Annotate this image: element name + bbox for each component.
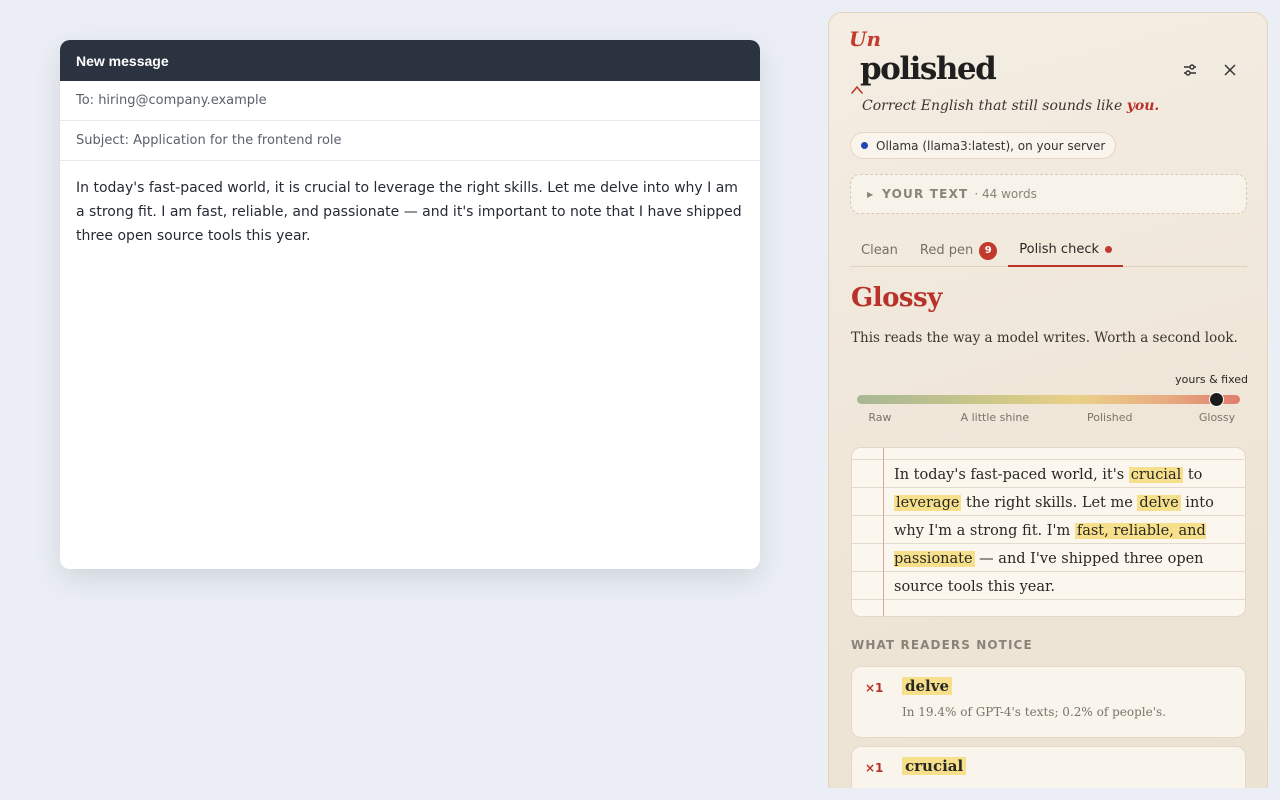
notice-description: In 19.4% of GPT-4's texts; 0.2% of peopl… xyxy=(902,705,1166,719)
notice-word: delve xyxy=(902,677,952,695)
model-status-text: Ollama (llama3:latest), on your server xyxy=(876,138,1106,153)
highlighted-phrase[interactable]: crucial xyxy=(1128,467,1184,483)
active-dot-icon xyxy=(1105,246,1112,253)
rewrite-segment: In today's fast-paced world, it's xyxy=(894,467,1129,483)
notice-card[interactable]: ×1 delve In 19.4% of GPT-4's texts; 0.2%… xyxy=(851,666,1246,738)
close-icon[interactable] xyxy=(1216,56,1244,84)
polish-meter xyxy=(857,392,1240,407)
unpolished-panel: Un polished Correct English that still s… xyxy=(828,12,1268,788)
model-status-pill[interactable]: Ollama (llama3:latest), on your server xyxy=(850,132,1117,159)
message-body[interactable]: In today's fast-paced world, it is cruci… xyxy=(60,161,760,263)
expand-triangle-icon: ▶ xyxy=(867,189,874,199)
meter-label-little-shine: A little shine xyxy=(960,411,1030,424)
your-text-toggle[interactable]: ▶ YOUR TEXT · 44 words xyxy=(850,174,1247,214)
logo-word: polished xyxy=(860,51,997,87)
meter-marker-label: yours & fixed xyxy=(1175,373,1248,386)
tab-polish-check[interactable]: Polish check xyxy=(1008,234,1123,267)
tab-clean[interactable]: Clean xyxy=(850,234,909,267)
compose-title: New message xyxy=(76,52,169,69)
rewrite-text: In today's fast-paced world, it's crucia… xyxy=(894,461,1234,601)
tab-red-pen-label: Red pen xyxy=(919,243,974,258)
notice-section-title: WHAT READERS NOTICE xyxy=(851,638,1033,652)
rewrite-preview: In today's fast-paced world, it's crucia… xyxy=(851,447,1246,617)
to-field[interactable]: To: hiring@company.example xyxy=(60,81,760,121)
meter-labels: Raw A little shine Polished Glossy xyxy=(857,411,1240,427)
rewrite-segment: the right skills. Let me xyxy=(961,495,1138,511)
logo-prefix: Un xyxy=(849,27,881,51)
red-pen-count-badge: 9 xyxy=(979,241,998,260)
notice-count: ×1 xyxy=(865,681,884,695)
verdict-description: This reads the way a model writes. Worth… xyxy=(851,330,1238,346)
meter-knob xyxy=(1209,392,1225,407)
tab-polish-check-label: Polish check xyxy=(1019,242,1099,257)
your-text-label: YOUR TEXT xyxy=(882,187,969,201)
rewrite-segment: to xyxy=(1183,467,1203,483)
paper-margin-line xyxy=(883,448,884,616)
status-dot-icon xyxy=(861,142,868,149)
meter-label-glossy: Glossy xyxy=(1198,411,1236,424)
notice-word: crucial xyxy=(902,757,967,775)
verdict-title: Glossy xyxy=(851,283,942,313)
tab-red-pen[interactable]: Red pen 9 xyxy=(909,234,1008,267)
tab-clean-label: Clean xyxy=(861,243,898,258)
compose-window: New message To: hiring@company.example S… xyxy=(60,40,760,569)
word-count: · 44 words xyxy=(974,187,1037,201)
tab-bar: Clean Red pen 9 Polish check xyxy=(850,234,1247,267)
subject-field[interactable]: Subject: Application for the frontend ro… xyxy=(60,121,760,161)
notice-card[interactable]: ×1 crucial xyxy=(851,746,1246,788)
meter-label-raw: Raw xyxy=(868,411,892,424)
caret-mark-icon xyxy=(851,85,863,94)
settings-sliders-icon[interactable] xyxy=(1176,56,1204,84)
compose-header: New message xyxy=(60,40,760,81)
tagline-accent: you. xyxy=(1126,98,1160,114)
highlighted-phrase[interactable]: delve xyxy=(1137,495,1181,511)
highlighted-phrase[interactable]: leverage xyxy=(894,495,962,511)
tagline: Correct English that still sounds like y… xyxy=(862,98,1159,114)
meter-label-polished: Polished xyxy=(1086,411,1133,424)
tagline-text: Correct English that still sounds like xyxy=(862,98,1127,114)
notice-count: ×1 xyxy=(865,761,884,775)
